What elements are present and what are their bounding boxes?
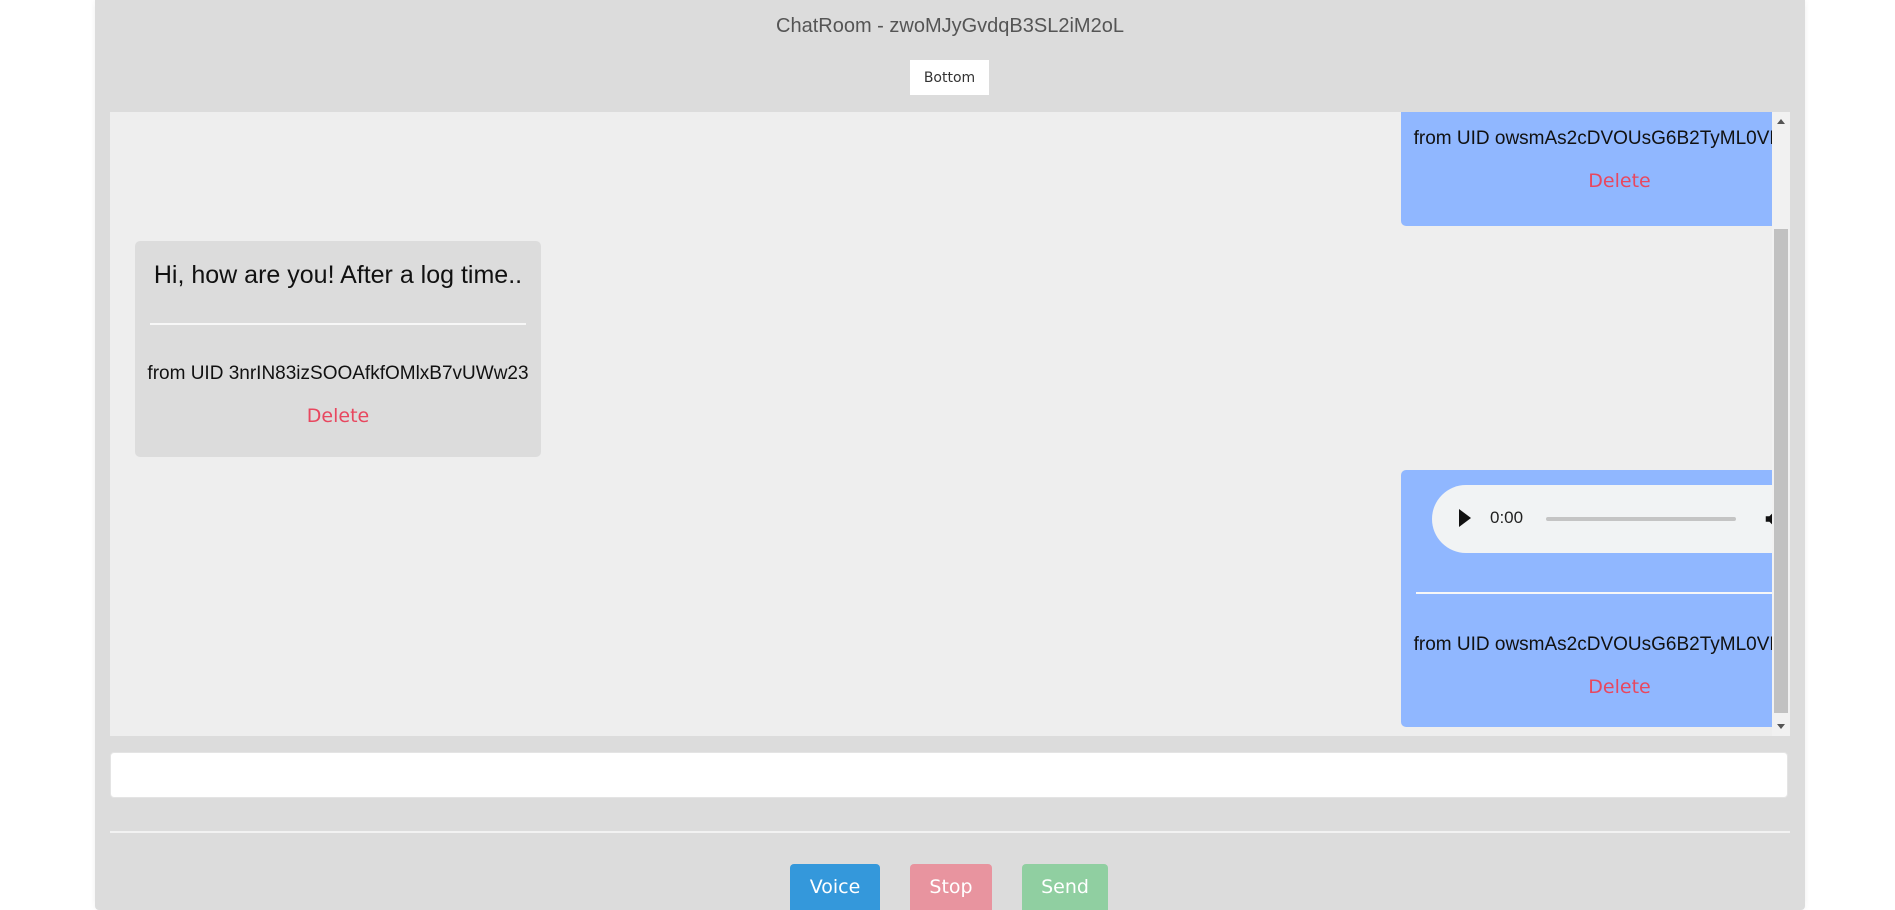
message-bubble-own: 0:00 from UID owsmAs2cDVOUsG6B2TyML0VNLJ… <box>1401 470 1790 727</box>
message-input[interactable] <box>110 752 1788 798</box>
scroll-down-icon[interactable] <box>1777 724 1785 729</box>
delete-message-button[interactable]: Delete <box>1401 170 1790 192</box>
message-divider <box>1416 592 1790 594</box>
message-bubble-other: Hi, how are you! After a log time.. from… <box>135 241 541 457</box>
page-title: ChatRoom - zwoMJyGvdqB3SL2iM2oL <box>776 15 1124 37</box>
message-divider <box>150 323 526 325</box>
chat-window: ChatRoom - zwoMJyGvdqB3SL2iM2oL Bottom f… <box>95 0 1805 910</box>
voice-button[interactable]: Voice <box>790 864 880 910</box>
message-sender-uid: from UID owsmAs2cDVOUsG6B2TyML0VNLJT2 <box>1413 634 1790 655</box>
message-sender-uid: from UID owsmAs2cDVOUsG6B2TyML0VNLJT2 <box>1413 128 1790 149</box>
scroll-up-icon[interactable] <box>1777 119 1785 124</box>
stop-button[interactable]: Stop <box>910 864 992 910</box>
audio-player[interactable]: 0:00 <box>1432 485 1790 553</box>
message-list[interactable]: from UID owsmAs2cDVOUsG6B2TyML0VNLJT2 De… <box>110 112 1790 736</box>
message-text: Hi, how are you! After a log time.. <box>153 261 523 289</box>
message-list-scrollbar[interactable] <box>1772 112 1790 736</box>
delete-message-button[interactable]: Delete <box>1401 676 1790 698</box>
audio-progress-track[interactable] <box>1546 517 1736 521</box>
composer-divider <box>110 831 1790 833</box>
delete-message-button[interactable]: Delete <box>135 405 541 427</box>
play-icon[interactable] <box>1459 509 1471 527</box>
scroll-bottom-button[interactable]: Bottom <box>910 60 989 95</box>
scrollbar-thumb[interactable] <box>1774 229 1788 713</box>
audio-time: 0:00 <box>1490 508 1524 527</box>
message-sender-uid: from UID 3nrIN83izSOOAfkfOMlxB7vUWw23 <box>147 363 529 384</box>
message-bubble-own: from UID owsmAs2cDVOUsG6B2TyML0VNLJT2 De… <box>1401 112 1790 226</box>
send-button[interactable]: Send <box>1022 864 1108 910</box>
